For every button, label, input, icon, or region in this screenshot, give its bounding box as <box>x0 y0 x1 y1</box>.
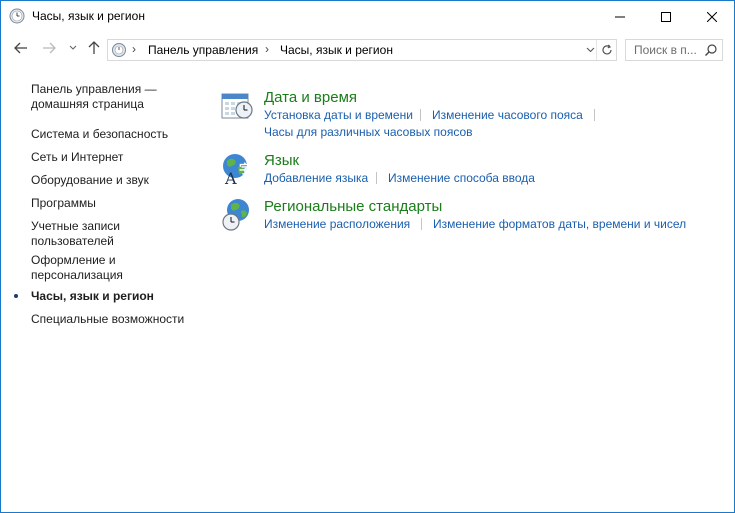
address-bar[interactable]: › Панель управления › Часы, язык и регио… <box>107 39 617 61</box>
link-add-language[interactable]: Добавление языка <box>264 171 368 185</box>
search-box[interactable]: Поиск в п... <box>625 39 723 61</box>
sidebar-item-clock-region: Часы, язык и регион <box>31 289 154 303</box>
sidebar-item-accounts-line1[interactable]: Учетные записи <box>31 219 120 234</box>
globe-clock-icon[interactable] <box>219 197 255 233</box>
link-change-input[interactable]: Изменение способа ввода <box>388 171 535 185</box>
refresh-button[interactable] <box>596 40 617 60</box>
back-button[interactable] <box>11 37 31 59</box>
minimize-icon <box>615 16 625 17</box>
link-divider <box>594 109 595 121</box>
title-bar[interactable]: Часы, язык и регион <box>1 1 734 32</box>
maximize-button[interactable] <box>643 1 689 32</box>
close-button[interactable] <box>689 1 735 32</box>
forward-button[interactable] <box>39 37 59 59</box>
arrow-left-icon <box>14 42 27 54</box>
category-datetime-title[interactable]: Дата и время <box>264 89 357 106</box>
breadcrumb-current[interactable]: Часы, язык и регион <box>280 43 393 57</box>
active-item-bullet <box>14 294 18 298</box>
sidebar-item-accounts-line2[interactable]: пользователей <box>31 234 114 249</box>
link-change-location[interactable]: Изменение расположения <box>264 217 410 231</box>
breadcrumb-separator[interactable]: › <box>265 42 269 56</box>
link-change-timezone[interactable]: Изменение часового пояса <box>432 108 583 122</box>
minimize-button[interactable] <box>597 1 643 32</box>
globe-language-icon[interactable]: A 字 <box>219 151 255 187</box>
chevron-down-icon <box>69 45 77 50</box>
sidebar-item-appearance-line2[interactable]: персонализация <box>31 268 123 283</box>
up-button[interactable] <box>85 37 103 59</box>
svg-text:字: 字 <box>239 161 251 176</box>
sidebar-item-programs[interactable]: Программы <box>31 196 96 211</box>
link-set-date-time[interactable]: Установка даты и времени <box>264 108 413 122</box>
refresh-icon <box>602 44 612 55</box>
breadcrumb-control-panel[interactable]: Панель управления <box>148 43 258 57</box>
window-title: Часы, язык и регион <box>32 9 145 23</box>
arrow-right-icon <box>43 42 56 54</box>
category-language-title[interactable]: Язык <box>264 152 299 169</box>
sidebar-home-line2[interactable]: домашняя страница <box>31 97 144 112</box>
sidebar-item-security[interactable]: Система и безопасность <box>31 127 168 142</box>
control-panel-icon <box>112 43 126 57</box>
close-icon <box>707 11 717 22</box>
sidebar-item-appearance-line1[interactable]: Оформление и <box>31 253 116 268</box>
sidebar-home-line1[interactable]: Панель управления — <box>31 82 157 97</box>
link-additional-clocks[interactable]: Часы для различных часовых поясов <box>264 125 473 139</box>
control-panel-window: Часы, язык и регион › Панель управления … <box>0 0 735 513</box>
link-divider <box>420 109 421 121</box>
recent-locations-button[interactable] <box>67 37 79 59</box>
maximize-icon <box>661 11 671 22</box>
calendar-clock-icon[interactable] <box>219 88 255 124</box>
sidebar-item-hardware[interactable]: Оборудование и звук <box>31 173 149 188</box>
search-icon[interactable] <box>704 43 718 57</box>
search-placeholder[interactable]: Поиск в п... <box>634 43 697 57</box>
sidebar-item-accessibility[interactable]: Специальные возможности <box>31 312 184 327</box>
link-divider <box>376 172 377 184</box>
category-regional-title[interactable]: Региональные стандарты <box>264 198 442 215</box>
arrow-up-icon <box>88 41 100 54</box>
svg-text:A: A <box>224 169 237 187</box>
link-divider <box>421 218 422 230</box>
sidebar-item-network[interactable]: Сеть и Интернет <box>31 150 123 165</box>
breadcrumb-separator[interactable]: › <box>132 42 136 56</box>
clock-globe-icon <box>9 8 25 24</box>
chevron-down-icon <box>586 47 594 53</box>
link-change-formats[interactable]: Изменение форматов даты, времени и чисел <box>433 217 686 231</box>
